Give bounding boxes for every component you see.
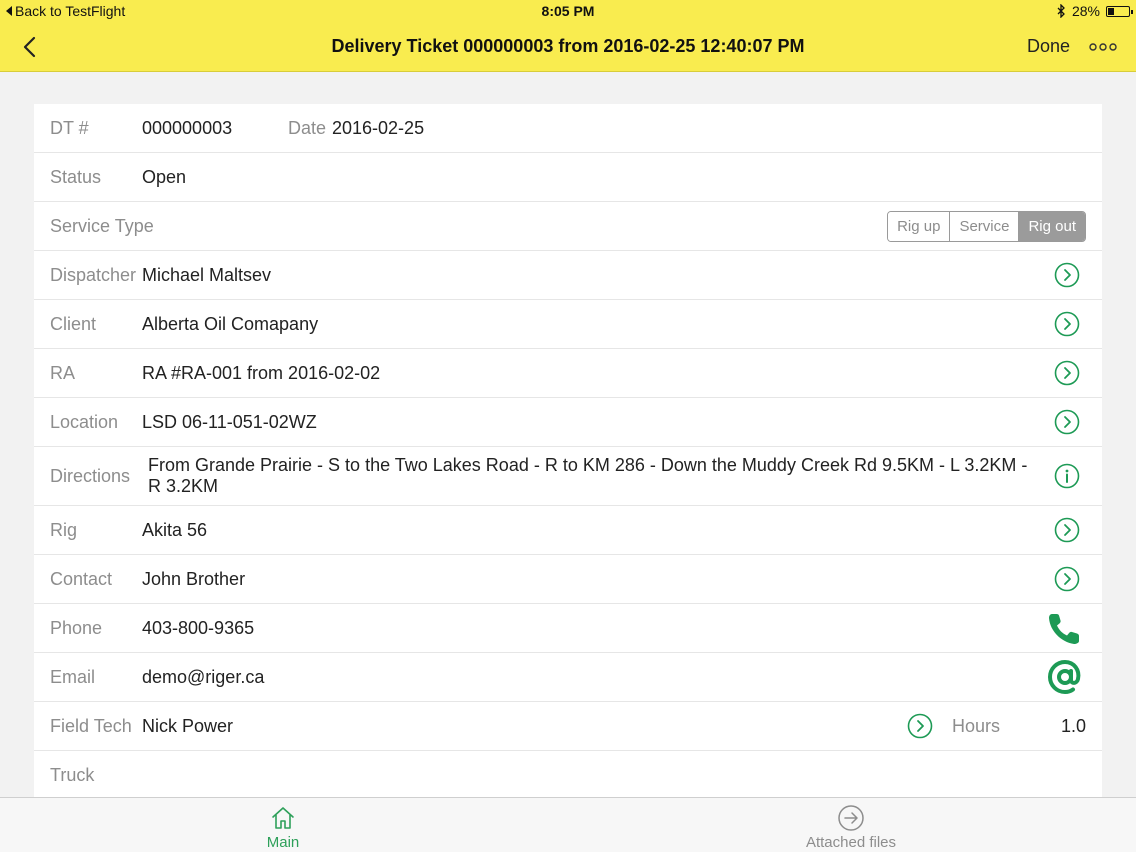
battery-percent: 28% — [1071, 3, 1100, 19]
rig-chevron-circle-icon[interactable] — [1054, 517, 1080, 543]
battery-icon — [1106, 5, 1133, 17]
dt-label: DT # — [50, 117, 89, 138]
battery-level-fill — [1108, 7, 1114, 15]
row-rig[interactable]: Rig Akita 56 — [34, 506, 1102, 555]
bluetooth-icon — [1057, 4, 1065, 18]
directions-info-icon[interactable] — [1054, 463, 1080, 489]
service-type-rig-out-option[interactable]: Rig out — [1019, 212, 1085, 241]
service-type-segmented-control: Rig up Service Rig out — [887, 211, 1086, 242]
top-bar: Back to TestFlight 8:05 PM 28% Delivery … — [0, 0, 1136, 72]
status-time: 8:05 PM — [541, 3, 595, 19]
field-tech-chevron-circle-icon[interactable] — [907, 713, 933, 739]
contact-label: Contact — [50, 568, 113, 589]
phone-label: Phone — [50, 617, 103, 638]
ra-chevron-circle-icon[interactable] — [1054, 360, 1080, 386]
ra-value: RA #RA-001 from 2016-02-02 — [142, 362, 381, 383]
done-button[interactable]: Done — [1027, 36, 1070, 57]
hours-value[interactable]: 1.0 — [1061, 716, 1086, 737]
row-phone: Phone 403-800-9365 — [34, 604, 1102, 653]
service-type-label: Service Type — [50, 215, 154, 236]
status-label: Status — [50, 166, 102, 187]
navigation-bar: Delivery Ticket 000000003 from 2016-02-2… — [0, 22, 1136, 72]
ra-label: RA — [50, 362, 76, 383]
email-at-icon[interactable] — [1046, 658, 1084, 696]
status-value: Open — [142, 166, 187, 187]
contact-value: John Brother — [142, 568, 246, 589]
service-type-service-option[interactable]: Service — [950, 212, 1020, 241]
row-directions[interactable]: Directions From Grande Prairie - S to th… — [34, 447, 1102, 506]
email-label: Email — [50, 666, 96, 687]
directions-value: From Grande Prairie - S to the Two Lakes… — [148, 455, 1028, 496]
delivery-ticket-form: DT # 000000003 Date 2016-02-25 Status Op… — [34, 104, 1102, 798]
row-field-tech: Field Tech Nick Power Hours 1.0 — [34, 702, 1102, 751]
row-ra[interactable]: RA RA #RA-001 from 2016-02-02 — [34, 349, 1102, 398]
truck-label: Truck — [50, 764, 95, 785]
row-email: Email demo@riger.ca — [34, 653, 1102, 702]
client-value: Alberta Oil Comapany — [142, 313, 319, 334]
row-service-type: Service Type Rig up Service Rig out — [34, 202, 1102, 251]
directions-label: Directions — [50, 465, 131, 486]
client-label: Client — [50, 313, 97, 334]
dispatcher-value: Michael Maltsev — [142, 264, 272, 285]
rig-value: Akita 56 — [142, 519, 208, 540]
location-value: LSD 06-11-051-02WZ — [142, 411, 317, 432]
date-label: Date — [288, 117, 327, 138]
arrow-circle-icon — [838, 805, 864, 831]
email-value: demo@riger.ca — [142, 666, 265, 687]
row-dt: DT # 000000003 Date 2016-02-25 — [34, 104, 1102, 153]
row-contact[interactable]: Contact John Brother — [34, 555, 1102, 604]
location-chevron-circle-icon[interactable] — [1054, 409, 1080, 435]
phone-call-icon[interactable] — [1046, 609, 1084, 647]
tab-main-label: Main — [266, 834, 300, 851]
dispatcher-label: Dispatcher — [50, 264, 137, 285]
hours-label: Hours — [952, 715, 1001, 736]
tab-bar: Main Attached files — [0, 797, 1136, 852]
home-icon — [272, 807, 294, 829]
tab-attached-files-label: Attached files — [805, 834, 897, 851]
row-location[interactable]: Location LSD 06-11-051-02WZ — [34, 398, 1102, 447]
status-right-group: 28% — [1057, 3, 1133, 19]
tab-attached-files[interactable]: Attached files — [781, 798, 921, 852]
dispatcher-chevron-circle-icon[interactable] — [1054, 262, 1080, 288]
date-value: 2016-02-25 — [332, 117, 425, 138]
field-tech-label: Field Tech — [50, 715, 132, 736]
page-title: Delivery Ticket 000000003 from 2016-02-2… — [331, 36, 805, 56]
row-truck[interactable]: Truck — [34, 751, 1102, 798]
phone-value: 403-800-9365 — [142, 617, 255, 638]
back-chevron-icon[interactable] — [18, 34, 42, 60]
status-bar: Back to TestFlight 8:05 PM 28% — [0, 0, 1136, 22]
field-tech-value: Nick Power — [142, 715, 234, 736]
client-chevron-circle-icon[interactable] — [1054, 311, 1080, 337]
contact-chevron-circle-icon[interactable] — [1054, 566, 1080, 592]
tab-main[interactable]: Main — [213, 798, 353, 852]
more-options-icon[interactable] — [1088, 37, 1118, 57]
rig-label: Rig — [50, 519, 78, 540]
row-dispatcher[interactable]: Dispatcher Michael Maltsev — [34, 251, 1102, 300]
service-type-rig-up-option[interactable]: Rig up — [888, 212, 951, 241]
row-client[interactable]: Client Alberta Oil Comapany — [34, 300, 1102, 349]
row-status[interactable]: Status Open — [34, 153, 1102, 202]
location-label: Location — [50, 411, 119, 432]
dt-value: 000000003 — [142, 117, 233, 138]
